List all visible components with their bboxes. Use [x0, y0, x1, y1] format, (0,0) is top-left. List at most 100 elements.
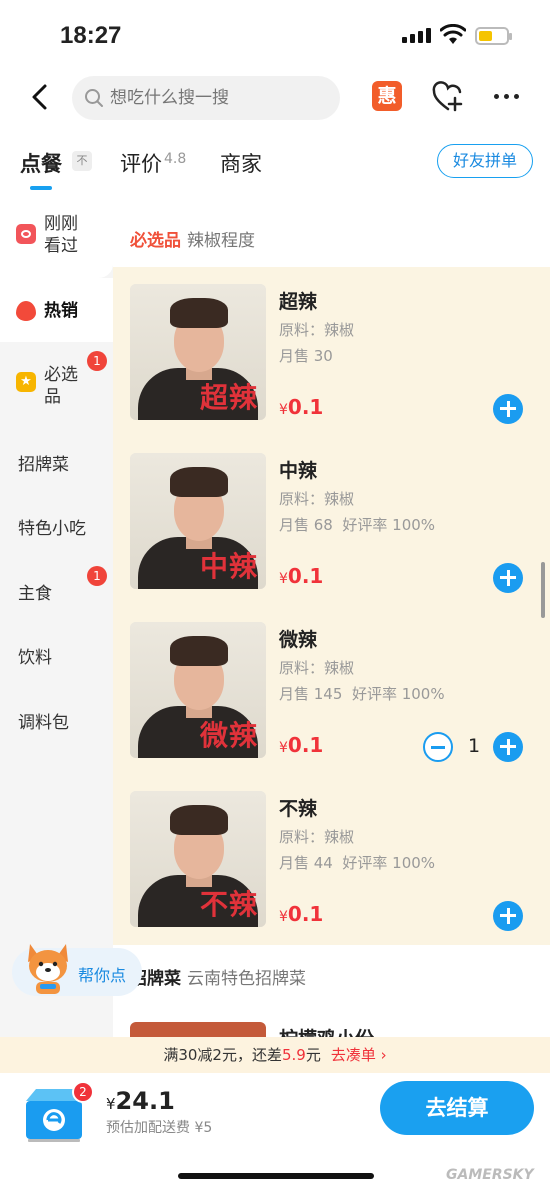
- signal-icon: [402, 28, 431, 43]
- item-sales: 月售 30: [279, 347, 333, 365]
- tab-shop[interactable]: 商家: [220, 148, 262, 178]
- menu-item[interactable]: 超辣 超辣 原料：辣椒 月售 30 ¥0.1: [113, 267, 550, 424]
- item-material: 原料：辣椒: [279, 659, 355, 677]
- category-sidebar: 刚刚看过 热销 必选品 ★ 1 招牌菜 特色小吃 主食 1 饮料 调料包: [0, 192, 113, 1037]
- menu-item[interactable]: 微辣 微辣 原料：辣椒 月售 145 好评率 100% ¥0.1 1: [113, 605, 550, 762]
- item-material: 原料：辣椒: [279, 490, 355, 508]
- more-icon[interactable]: [494, 94, 519, 99]
- item-sales: 月售 68 好评率 100%: [279, 516, 436, 534]
- item-material: 原料：辣椒: [279, 828, 355, 846]
- watermark: GAMERSKY: [446, 1167, 534, 1183]
- item-photo-caption: 不辣: [200, 888, 259, 921]
- status-bar: 18:27: [0, 0, 550, 70]
- shiba-mascot-icon: [28, 944, 68, 994]
- item-photo: 超辣: [130, 284, 266, 420]
- item-price: ¥0.1: [279, 395, 324, 419]
- cart-bar: 2 ¥24.1 预估加配送费 ¥5 去结算 GAMERSKY: [0, 1073, 550, 1190]
- tab-review[interactable]: 评价 4.8: [120, 148, 186, 178]
- item-quantity: 1: [468, 735, 481, 757]
- item-name: 柠檬鸡小份: [279, 1024, 374, 1037]
- item-name: 微辣: [279, 629, 318, 651]
- item-price: ¥0.1: [279, 733, 324, 757]
- item-name: 不辣: [279, 798, 318, 820]
- cart-count-badge: 2: [72, 1081, 94, 1103]
- sidebar-item-label: 特色小吃: [18, 519, 86, 539]
- item-photo: 不辣: [130, 791, 266, 927]
- star-icon: ★: [16, 372, 36, 392]
- item-name: 中辣: [279, 460, 318, 482]
- promo-amount: 5.9: [281, 1046, 306, 1064]
- discount-icon[interactable]: 惠: [372, 81, 402, 111]
- sidebar-item-label: 调料包: [18, 713, 69, 733]
- add-item-button[interactable]: [493, 394, 523, 424]
- add-more-link[interactable]: 去凑单 ›: [331, 1046, 387, 1064]
- help-order-label: 帮你点: [78, 966, 127, 985]
- fire-icon: [16, 301, 36, 321]
- sidebar-item-snacks[interactable]: 特色小吃: [0, 514, 113, 544]
- help-order-button[interactable]: 帮你点: [12, 944, 142, 996]
- sidebar-item-recent[interactable]: 刚刚看过: [0, 192, 113, 278]
- sidebar-item-label: 刚刚看过: [44, 214, 78, 256]
- item-name: 超辣: [279, 291, 318, 313]
- friend-group-order-button[interactable]: 好友拼单: [437, 144, 533, 178]
- top-nav: 惠: [0, 72, 550, 124]
- search-icon: [85, 89, 103, 107]
- sidebar-item-label: 饮料: [18, 648, 52, 668]
- section-items: 超辣 超辣 原料：辣椒 月售 30 ¥0.1 中辣 中辣 原料：辣椒 月售 68…: [113, 267, 550, 945]
- back-icon[interactable]: [26, 82, 56, 112]
- tab-order[interactable]: 点餐: [20, 148, 62, 190]
- item-sales: 月售 145 好评率 100%: [279, 685, 445, 703]
- item-price: ¥0.1: [279, 564, 324, 588]
- section-subtitle: 辣椒程度: [187, 231, 255, 251]
- item-photo-caption: 中辣: [200, 550, 259, 583]
- sidebar-item-drinks[interactable]: 饮料: [0, 643, 113, 673]
- section-title: 必选品: [130, 231, 181, 251]
- eye-icon: [16, 224, 36, 244]
- item-photo-caption: 超辣: [200, 381, 259, 414]
- sidebar-badge: 1: [87, 351, 107, 371]
- section-header: 必选品 辣椒程度: [130, 226, 255, 251]
- item-photo: 中辣: [130, 453, 266, 589]
- sidebar-badge: 1: [87, 566, 107, 586]
- status-time: 18:27: [60, 22, 122, 49]
- section-header: 招牌菜 云南特色招牌菜: [130, 964, 306, 989]
- promo-bar[interactable]: 满30减2元，还差5.9元 去凑单 ›: [0, 1037, 550, 1073]
- tab-order-tag: 不: [72, 151, 92, 171]
- remove-item-button[interactable]: [423, 732, 453, 762]
- sidebar-item-label: 主食: [18, 584, 52, 604]
- item-photo: 微辣: [130, 622, 266, 758]
- menu-item[interactable]: 中辣 中辣 原料：辣椒 月售 68 好评率 100% ¥0.1: [113, 436, 550, 593]
- add-item-button[interactable]: [493, 901, 523, 931]
- search-input[interactable]: [110, 88, 310, 108]
- sidebar-item-label: 招牌菜: [18, 455, 69, 475]
- home-indicator[interactable]: [178, 1173, 374, 1179]
- battery-icon: [475, 27, 512, 45]
- item-photo-caption: 微辣: [200, 719, 259, 752]
- scrollbar[interactable]: [541, 562, 545, 618]
- item-price: ¥0.1: [279, 902, 324, 926]
- menu-list[interactable]: 必选品 辣椒程度 超辣 超辣 原料：辣椒 月售 30 ¥0.1 中辣 中辣 原料：…: [113, 192, 550, 1037]
- promo-text: 满30减2元，还差: [163, 1046, 282, 1064]
- sidebar-item-sauce[interactable]: 调料包: [0, 708, 113, 738]
- search-box[interactable]: [72, 76, 340, 120]
- tab-order-label: 点餐: [20, 152, 62, 176]
- sidebar-item-label: 必选品: [44, 365, 78, 407]
- tab-bar: 点餐 不 评价 4.8 商家 好友拼单: [0, 138, 550, 190]
- add-item-button[interactable]: [493, 563, 523, 593]
- item-photo: [130, 1022, 266, 1037]
- section-subtitle: 云南特色招牌菜: [187, 969, 306, 989]
- sidebar-item-signature[interactable]: 招牌菜: [0, 450, 113, 480]
- review-score: 4.8: [164, 151, 187, 167]
- tab-review-label: 评价: [120, 152, 162, 176]
- delivery-fee: 预估加配送费 ¥5: [106, 1120, 213, 1136]
- cart-total: ¥24.1: [106, 1087, 175, 1115]
- menu-item[interactable]: 不辣 不辣 原料：辣椒 月售 44 好评率 100% ¥0.1: [113, 774, 550, 931]
- wifi-icon: [440, 24, 466, 44]
- item-sales: 月售 44 好评率 100%: [279, 854, 436, 872]
- checkout-button[interactable]: 去结算: [380, 1081, 534, 1135]
- sidebar-item-label: 热销: [44, 301, 78, 321]
- favorite-add-icon[interactable]: [431, 81, 465, 113]
- promo-unit: 元: [305, 1046, 321, 1064]
- add-item-button[interactable]: [493, 732, 523, 762]
- tab-active-indicator: [30, 186, 52, 190]
